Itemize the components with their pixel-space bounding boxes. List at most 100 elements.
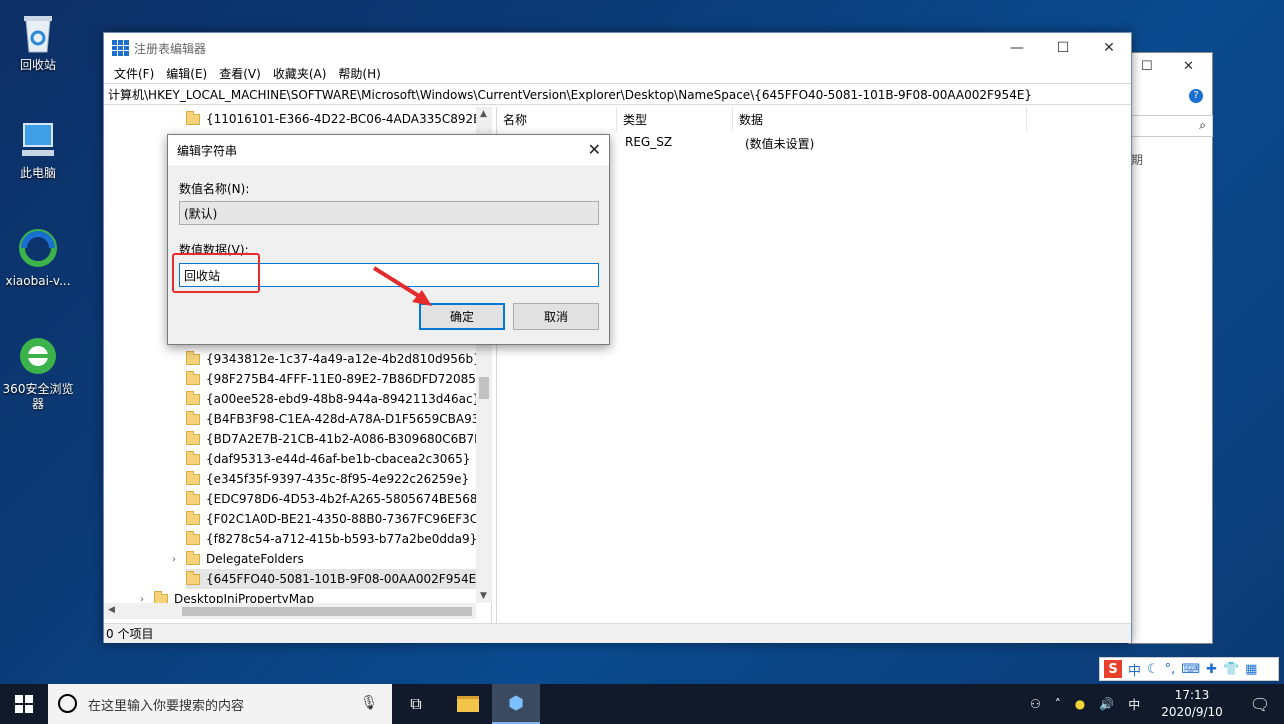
folder-icon [186, 390, 200, 405]
shirt-icon[interactable]: 👕 [1223, 662, 1239, 677]
regedit-icon: ⬢ [508, 692, 524, 714]
desktop-icon-label: xiaobai-v... [5, 274, 71, 288]
tree-item[interactable]: {BD7A2E7B-21CB-41b2-A086-B309680C6B7E} [186, 429, 489, 449]
360-tray-icon[interactable]: ● [1075, 697, 1085, 711]
highlight-box [172, 253, 260, 293]
tree-item[interactable]: {e345f35f-9397-435c-8f95-4e922c26259e} [186, 469, 469, 489]
close-icon[interactable]: ✕ [1183, 59, 1194, 74]
scroll-up-icon[interactable]: ▲ [480, 109, 487, 119]
menu-favorites[interactable]: 收藏夹(A) [267, 65, 333, 82]
desktop-icon-label: 回收站 [19, 58, 56, 72]
value-name-label: 数值名称(N): [179, 182, 250, 196]
maximize-button[interactable]: ☐ [1040, 33, 1086, 63]
column-header-type[interactable]: 类型 [617, 107, 733, 131]
scroll-left-icon[interactable]: ◀ [108, 605, 115, 615]
punctuation-icon[interactable]: °, [1165, 662, 1176, 677]
search-box[interactable]: ⌕ [1129, 115, 1213, 137]
people-icon[interactable]: ⚇ [1030, 697, 1041, 711]
folder-icon [457, 696, 479, 712]
tree-item[interactable]: {11016101-E366-4D22-BC06-4ADA335C892B} [186, 109, 489, 129]
annotation-arrow-icon [372, 266, 432, 306]
column-header-data[interactable]: 数据 [733, 107, 1027, 131]
folder-icon [186, 110, 200, 125]
tools-icon[interactable]: ✚ [1206, 662, 1217, 677]
tree-item[interactable]: {98F275B4-4FFF-11E0-89E2-7B86DFD72085} [186, 369, 484, 389]
folder-icon [186, 570, 200, 585]
grid-icon[interactable]: ▦ [1245, 662, 1257, 677]
ime-indicator[interactable]: 中 [1128, 696, 1140, 713]
menu-edit[interactable]: 编辑(E) [160, 65, 213, 82]
taskbar: 在这里输入你要搜索的内容 🎙 ⧉ ⬢ ⚇ ˄ ● 🔊 中 17:13 2020/… [0, 684, 1284, 724]
xiaobai-icon [16, 226, 60, 270]
folder-icon [186, 530, 200, 545]
notification-button[interactable]: 🗨 [1236, 684, 1284, 724]
desktop-icon-360-browser[interactable]: 360安全浏览器 [0, 334, 76, 412]
ime-mode[interactable]: 中 [1128, 660, 1141, 679]
desktop-icon-xiaobai[interactable]: xiaobai-v... [0, 226, 76, 289]
tree-item[interactable]: {F02C1A0D-BE21-4350-88B0-7367FC96EF3C} [186, 509, 486, 529]
date: 2020/9/10 [1161, 705, 1223, 719]
cancel-button[interactable]: 取消 [513, 303, 599, 330]
tree-item[interactable]: {9343812e-1c37-4a49-a12e-4b2d810d956b} [186, 349, 481, 369]
desktop-icon-this-pc[interactable]: 此电脑 [0, 118, 76, 181]
notification-icon: 🗨 [1249, 694, 1271, 714]
search-icon: ⌕ [1199, 118, 1206, 132]
time: 17:13 [1174, 688, 1210, 702]
windows-icon [15, 695, 33, 713]
edit-string-dialog[interactable]: 编辑字符串 ✕ 数值名称(N): (默认) 数值数据(V): 回收站 确定 取消 [167, 134, 610, 345]
background-window[interactable]: ☐ ✕ ? ⌕ 期 [1128, 52, 1213, 644]
scroll-thumb[interactable] [479, 377, 489, 399]
menu-view[interactable]: 查看(V) [213, 65, 267, 82]
tree-item-delegatefolders[interactable]: › DelegateFolders [172, 549, 304, 569]
folder-icon [186, 550, 200, 565]
folder-icon [186, 430, 200, 445]
status-bar: 0 个项目 [104, 623, 1131, 643]
tree-item[interactable]: {f8278c54-a712-415b-b593-b77a2be0dda9} [186, 529, 477, 549]
task-view-button[interactable]: ⧉ [392, 684, 440, 724]
close-button[interactable]: ✕ [1086, 33, 1132, 63]
computer-icon [16, 118, 60, 162]
title-bar[interactable]: 注册表编辑器 — ☐ ✕ [104, 33, 1131, 63]
tree-item-selected[interactable]: {645FFO40-5081-101B-9F08-00AA002F954E} [186, 569, 488, 589]
moon-icon[interactable]: ☾ [1147, 662, 1159, 677]
volume-icon[interactable]: 🔊 [1099, 697, 1114, 711]
search-placeholder: 在这里输入你要搜索的内容 [88, 698, 245, 714]
microphone-icon[interactable]: 🎙 [360, 695, 378, 711]
system-tray: ⚇ ˄ ● 🔊 中 [1030, 684, 1140, 724]
regedit-icon [112, 40, 129, 56]
cortana-icon [58, 694, 77, 713]
status-text: 0 个项目 [106, 627, 154, 641]
file-explorer-button[interactable] [444, 684, 492, 724]
ime-toolbar[interactable]: S 中 ☾ °, ⌨ ✚ 👕 ▦ [1099, 657, 1279, 681]
tree-horizontal-scrollbar[interactable]: ◀ [104, 603, 476, 619]
help-icon[interactable]: ? [1189, 89, 1203, 103]
tree-item[interactable]: {daf95313-e44d-46af-be1b-cbacea2c3065} [186, 449, 470, 469]
menu-file[interactable]: 文件(F) [108, 65, 160, 82]
minimize-button[interactable]: — [994, 33, 1040, 63]
address-bar[interactable]: 计算机\HKEY_LOCAL_MACHINE\SOFTWARE\Microsof… [104, 83, 1131, 105]
regedit-taskbar-button[interactable]: ⬢ [492, 684, 540, 724]
start-button[interactable] [0, 684, 48, 724]
menu-help[interactable]: 帮助(H) [332, 65, 386, 82]
tree-item[interactable]: {EDC978D6-4D53-4b2f-A265-5805674BE568} [186, 489, 485, 509]
taskbar-search-box[interactable]: 在这里输入你要搜索的内容 🎙 [48, 684, 392, 724]
chevron-up-icon[interactable]: ˄ [1055, 697, 1061, 711]
tree-item[interactable]: {a00ee528-ebd9-48b8-944a-8942113d46ac} [186, 389, 480, 409]
clock[interactable]: 17:13 2020/9/10 [1160, 687, 1224, 721]
tree-item[interactable]: {B4FB3F98-C1EA-428d-A78A-D1F5659CBA93} [186, 409, 487, 429]
keyboard-icon[interactable]: ⌨ [1181, 662, 1200, 677]
column-header-name[interactable]: 名称 [497, 107, 617, 131]
close-icon[interactable]: ✕ [588, 140, 601, 159]
desktop-icon-label: 360安全浏览器 [2, 382, 74, 411]
folder-icon [186, 410, 200, 425]
menu-bar: 文件(F) 编辑(E) 查看(V) 收藏夹(A) 帮助(H) [104, 63, 1131, 83]
desktop-icon-recycle-bin[interactable]: 回收站 [0, 10, 76, 73]
scroll-down-icon[interactable]: ▼ [480, 591, 487, 601]
chevron-right-icon[interactable]: › [172, 554, 182, 565]
folder-icon [186, 490, 200, 505]
dialog-title: 编辑字符串 [168, 135, 609, 165]
scroll-thumb[interactable] [182, 607, 472, 616]
maximize-icon[interactable]: ☐ [1141, 59, 1153, 74]
recycle-bin-icon [16, 10, 60, 54]
value-type: REG_SZ [625, 135, 673, 149]
